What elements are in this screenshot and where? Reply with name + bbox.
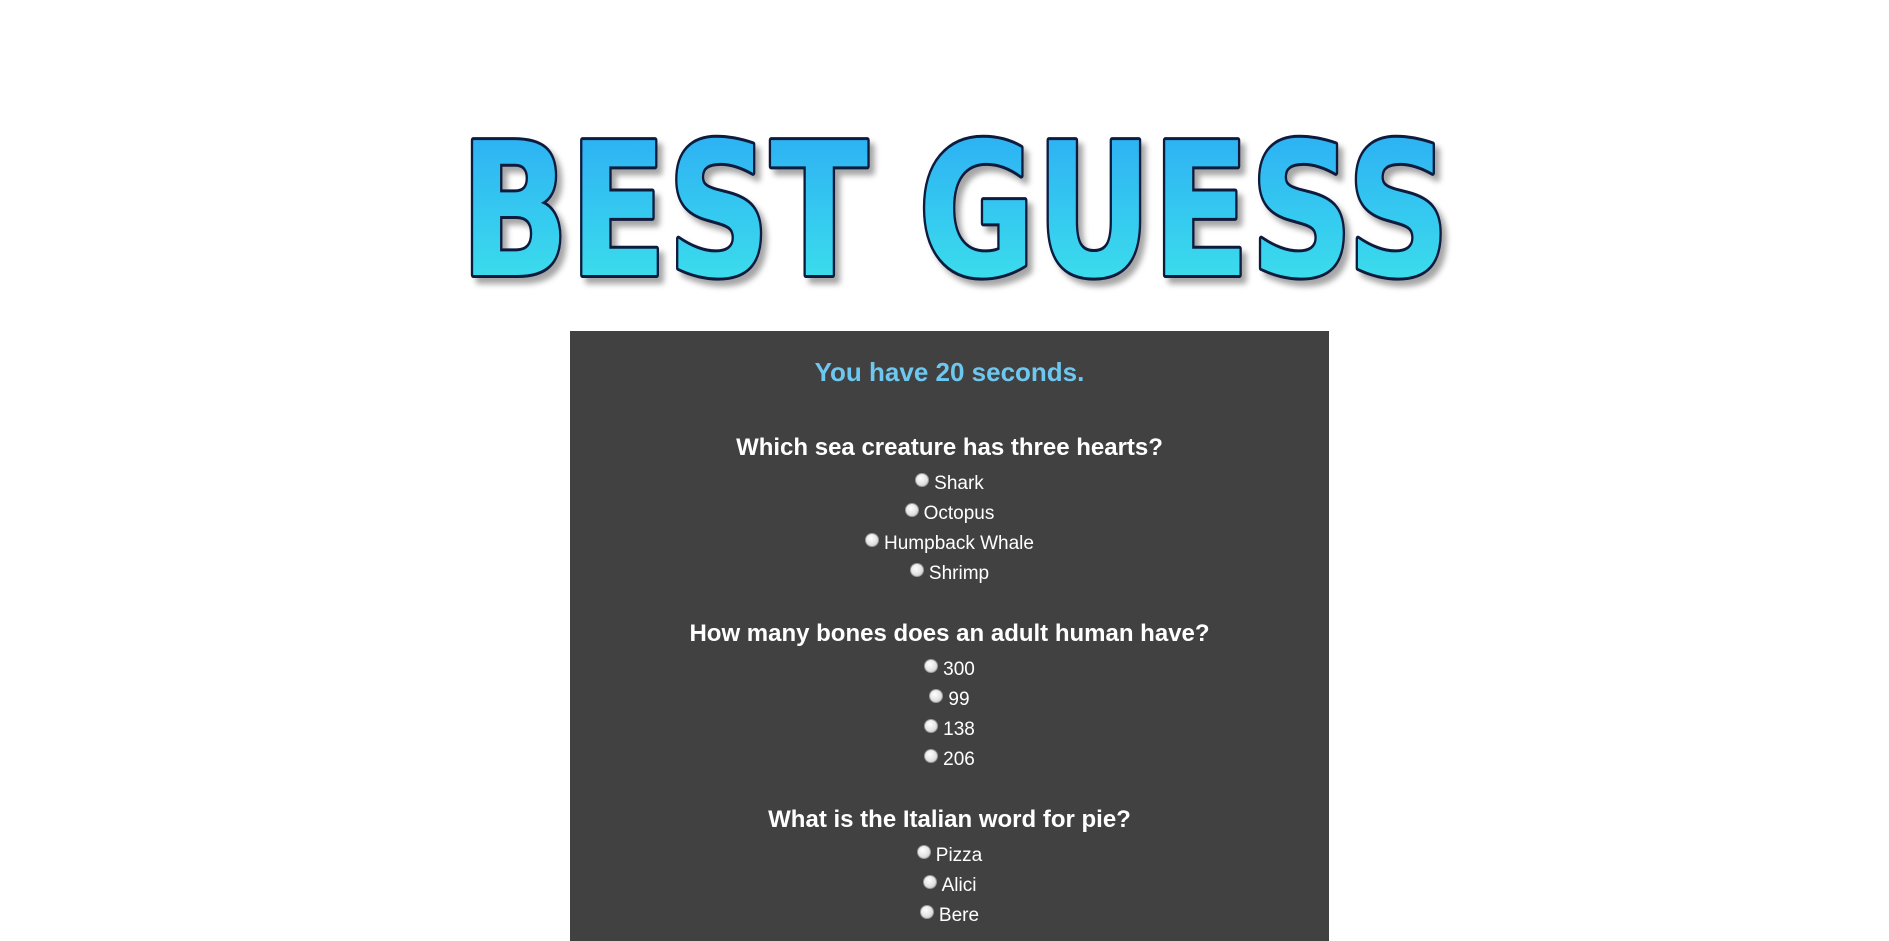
- question-2-text: How many bones does an adult human have?: [689, 620, 1210, 647]
- radio-button[interactable]: [916, 845, 931, 859]
- radio-button[interactable]: [865, 533, 880, 547]
- radio-button[interactable]: [919, 905, 934, 919]
- logo-graphic: BEST GUESS: [457, 120, 1453, 300]
- question-3: What is the Italian word for pie? Pizza …: [570, 805, 1329, 931]
- option-label: Octopus: [923, 503, 995, 524]
- option-label: 99: [948, 689, 970, 710]
- option-label: Alici: [941, 875, 977, 896]
- radio-button[interactable]: [924, 749, 939, 763]
- q1-option-octopus[interactable]: Octopus: [570, 499, 1329, 529]
- q1-option-shrimp[interactable]: Shrimp: [570, 559, 1329, 589]
- logo-text: BEST GUESS: [460, 120, 1450, 300]
- q2-option-206[interactable]: 206: [570, 745, 1329, 775]
- radio-button[interactable]: [915, 473, 930, 487]
- timer-text: You have 20 seconds.: [814, 357, 1085, 387]
- radio-button[interactable]: [909, 563, 924, 577]
- question-1: Which sea creature has three hearts? Sha…: [570, 433, 1329, 589]
- option-label: Humpback Whale: [884, 533, 1034, 554]
- option-label: 138: [943, 719, 975, 740]
- question-1-text: Which sea creature has three hearts?: [736, 434, 1163, 461]
- q1-option-humpback-whale[interactable]: Humpback Whale: [570, 529, 1329, 559]
- option-label: Shrimp: [928, 563, 990, 584]
- q3-option-alici[interactable]: Alici: [570, 871, 1329, 901]
- q2-option-138[interactable]: 138: [570, 715, 1329, 745]
- option-label: Bere: [938, 905, 980, 926]
- logo: BEST GUESS: [455, 120, 1455, 300]
- q1-option-shark[interactable]: Shark: [570, 469, 1329, 499]
- q3-option-pizza[interactable]: Pizza: [570, 841, 1329, 871]
- q2-option-99[interactable]: 99: [570, 685, 1329, 715]
- question-3-text: What is the Italian word for pie?: [768, 806, 1131, 833]
- option-label: Shark: [934, 473, 984, 494]
- radio-button[interactable]: [904, 503, 919, 517]
- radio-button[interactable]: [922, 875, 937, 889]
- option-label: 206: [943, 749, 975, 770]
- quiz-panel: You have 20 seconds. Which sea creature …: [570, 331, 1329, 941]
- radio-button[interactable]: [924, 659, 939, 673]
- question-2: How many bones does an adult human have?…: [570, 619, 1329, 775]
- radio-button[interactable]: [929, 689, 944, 703]
- q2-option-300[interactable]: 300: [570, 655, 1329, 685]
- q3-option-bere[interactable]: Bere: [570, 901, 1329, 931]
- option-label: Pizza: [935, 845, 983, 866]
- radio-button[interactable]: [924, 719, 939, 733]
- question-list: Which sea creature has three hearts? Sha…: [570, 433, 1329, 931]
- option-label: 300: [943, 659, 975, 680]
